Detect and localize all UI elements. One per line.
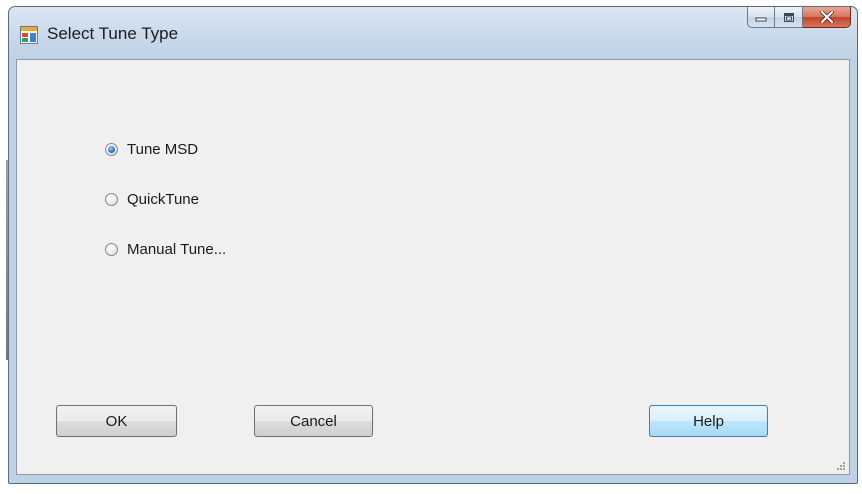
help-button[interactable]: Help (649, 405, 768, 437)
title-bar[interactable]: Select Tune Type (9, 7, 857, 59)
radio-selected-icon[interactable] (105, 142, 118, 156)
radio-manual-tune[interactable]: Manual Tune... (105, 238, 226, 260)
ok-button[interactable]: OK (56, 405, 177, 437)
radio-unselected-icon[interactable] (105, 192, 118, 206)
radio-label-manual-tune: Manual Tune... (127, 240, 227, 258)
maximize-icon (783, 12, 794, 22)
window-title: Select Tune Type (47, 24, 179, 43)
close-icon (819, 11, 834, 23)
radio-unselected-icon[interactable] (105, 242, 118, 256)
maximize-button[interactable] (775, 7, 803, 28)
close-button[interactable] (803, 7, 851, 28)
caption-buttons (747, 7, 851, 30)
radio-label-quicktune: QuickTune (127, 190, 199, 208)
minimize-icon (755, 17, 767, 22)
radio-quicktune[interactable]: QuickTune (105, 188, 199, 210)
radio-tune-msd[interactable]: Tune MSD (105, 138, 198, 160)
dialog-client-area: Tune MSD QuickTune Manual Tune... OK Can… (16, 59, 850, 475)
radio-label-tune-msd: Tune MSD (127, 140, 199, 158)
app-window-icon (20, 26, 38, 44)
dialog-window: Select Tune Type Tune MSD QuickTune Manu… (8, 6, 858, 484)
minimize-button[interactable] (747, 7, 775, 28)
cancel-button[interactable]: Cancel (254, 405, 373, 437)
resize-grip-icon[interactable] (836, 461, 846, 471)
